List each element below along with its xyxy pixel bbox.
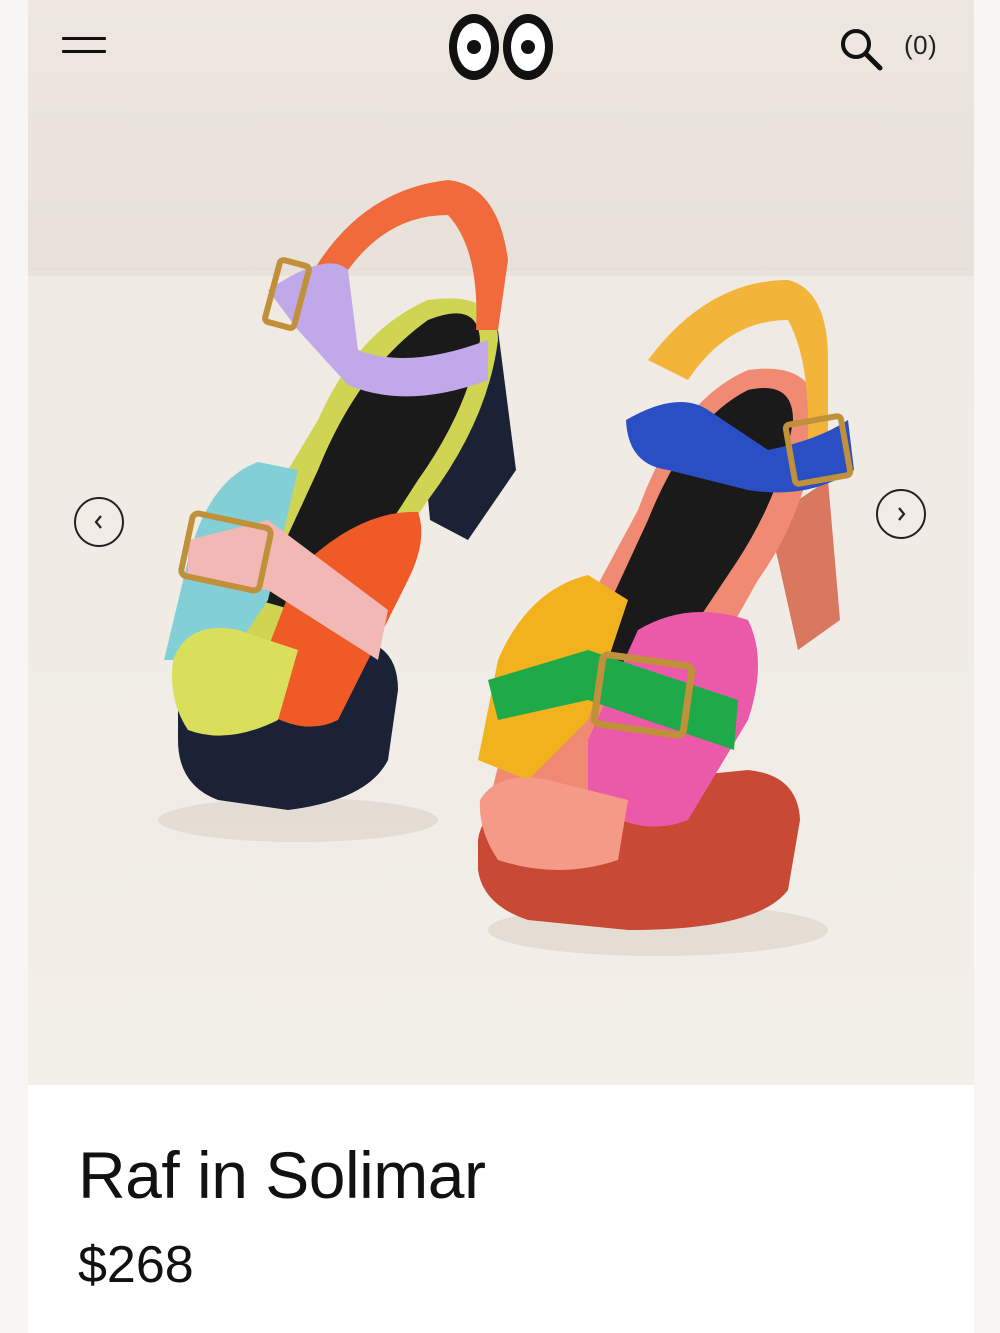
product-image-gallery[interactable] (28, 0, 974, 1085)
menu-bar (62, 37, 106, 40)
eyes-logo[interactable] (446, 10, 556, 84)
page-margin-right (974, 0, 1000, 1333)
product-photo (28, 0, 974, 1085)
search-icon[interactable] (836, 24, 884, 72)
gallery-prev-button[interactable] (74, 497, 124, 547)
product-price: $268 (78, 1236, 194, 1294)
cart-count[interactable]: (0) (904, 30, 937, 61)
menu-bar (62, 50, 106, 53)
product-info: Raf in Solimar $268 (28, 1085, 974, 1333)
product-name: Raf in Solimar (78, 1138, 486, 1212)
hamburger-menu-icon[interactable] (62, 28, 112, 62)
site-header: (0) (0, 0, 1000, 100)
chevron-right-icon (898, 507, 906, 521)
product-page: (0) Raf in Solimar $268 (0, 0, 1000, 1333)
gallery-next-button[interactable] (876, 489, 926, 539)
chevron-left-icon (94, 515, 102, 529)
page-margin-left (0, 0, 28, 1333)
